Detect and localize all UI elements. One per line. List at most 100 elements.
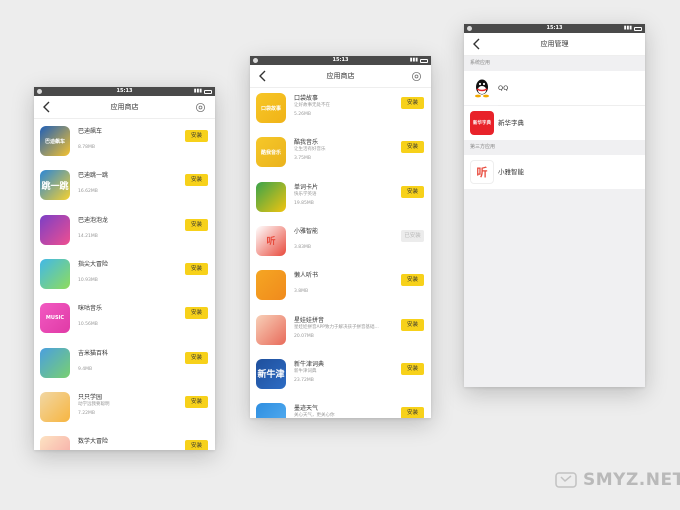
install-button[interactable]: 安装 — [185, 351, 208, 364]
app-row-xiaoya[interactable]: 听 小雅智能 — [464, 155, 645, 189]
page-title: 应用商店 — [326, 72, 355, 80]
app-row[interactable]: 星娃娃拼音 星娃娃拼音APP致力于解决孩子拼音基础... 20.07MB 安装 — [250, 309, 431, 353]
app-row[interactable]: 跳一跳 巴迪跳一跳 16.62MB 安装 — [34, 164, 215, 208]
xinhua-dictionary-icon: 新华字典 — [470, 111, 494, 135]
app-icon[interactable] — [40, 347, 70, 378]
app-icon[interactable] — [256, 403, 286, 418]
app-icon[interactable]: 巴迪飙车 — [40, 126, 70, 156]
app-size: 20.07MB — [294, 333, 314, 339]
status-time: 15:13 — [116, 88, 133, 94]
install-button[interactable]: 安装 — [401, 362, 424, 375]
icon-label: 听 — [476, 166, 488, 179]
settings-icon[interactable] — [195, 102, 206, 113]
battery-icon — [634, 26, 642, 31]
installed-button[interactable]: 已安装 — [401, 229, 424, 242]
watermark: SMYZ.NET — [555, 470, 680, 490]
icon-label: 跳一跳 — [41, 181, 69, 192]
app-name: 巴迪跳一跳 — [78, 172, 109, 180]
app-description: 让生活有好音乐 — [294, 147, 326, 153]
app-row-xinhua-dictionary[interactable]: 新华字典 新华字典 — [464, 106, 645, 140]
app-row[interactable]: 酷我音乐 酷我音乐 让生活有好音乐 3.75MB 安装 — [250, 131, 431, 175]
install-button[interactable]: 安装 — [185, 218, 208, 231]
app-row[interactable]: 数学大冒险 安装 — [34, 430, 215, 450]
app-size: 3.8MB — [294, 289, 309, 295]
battery-icon — [420, 58, 428, 63]
icon-label: 新牛津 — [257, 370, 285, 381]
app-row-qq[interactable]: QQ — [464, 71, 645, 105]
icon-label: 新华字典 — [473, 120, 491, 126]
app-row[interactable]: 听 小雅智能 3.83MB 已安装 — [250, 220, 431, 264]
status-icons: ▮▮▮ — [410, 56, 428, 65]
app-size: 23.72MB — [294, 377, 314, 383]
app-row[interactable]: 吉米猫百科 9.4MB 安装 — [34, 342, 215, 386]
page-title: 应用商店 — [110, 103, 139, 111]
app-icon[interactable] — [40, 258, 70, 289]
install-button[interactable]: 安装 — [401, 141, 424, 154]
install-button[interactable]: 安装 — [185, 174, 208, 187]
app-name: 只只学园 — [78, 393, 103, 401]
app-icon[interactable]: 酷我音乐 — [256, 137, 286, 168]
app-row[interactable]: 墨迹天气 关心天气，更关心你 安装 — [250, 397, 431, 418]
nav-bar: 应用商店 — [250, 65, 431, 88]
app-row[interactable]: 指尖大冒险 10.93MB 安装 — [34, 253, 215, 297]
app-size: 9.4MB — [78, 366, 93, 372]
app-icon[interactable] — [40, 214, 70, 245]
page-title: 应用管理 — [540, 40, 569, 48]
app-icon[interactable] — [256, 181, 286, 212]
app-icon[interactable]: MUSIC — [40, 303, 70, 334]
icon-label: MUSIC — [45, 315, 65, 322]
app-icon[interactable]: 口袋故事 — [256, 93, 286, 123]
section-header-system: 系统应用 — [464, 56, 645, 71]
app-row[interactable]: 口袋故事 口袋故事 让好故事无处不在 5.26MB 安装 — [250, 87, 431, 131]
xiaoya-icon: 听 — [470, 160, 494, 184]
install-button[interactable]: 安装 — [401, 185, 424, 198]
status-icons: ▮▮▮ — [624, 24, 642, 33]
install-button[interactable]: 安装 — [185, 307, 208, 320]
status-bar: 15:13 ▮▮▮ — [34, 87, 215, 96]
app-name: 巴迪泡泡龙 — [78, 216, 109, 224]
app-store-screen-2: 15:13 ▮▮▮ 应用商店 口袋故事 口袋故事 让好故事无处不在 5.26MB 安装酷… — [250, 56, 431, 418]
install-button[interactable]: 安装 — [185, 440, 208, 450]
app-icon[interactable]: 跳一跳 — [40, 170, 70, 201]
app-name: 星娃娃拼音 — [294, 316, 325, 324]
app-row[interactable]: 巴迪泡泡龙 14.21MB 安装 — [34, 209, 215, 253]
nav-bar: 应用管理 — [464, 33, 645, 56]
watermark-logo-icon — [555, 472, 577, 488]
app-description: 快乐学英语 — [294, 191, 317, 197]
settings-icon[interactable] — [411, 71, 422, 82]
app-name: 巴迪飙车 — [78, 128, 103, 135]
app-row[interactable]: 巴迪飙车 巴迪飙车 8.78MB 安装 — [34, 120, 215, 164]
app-name: 数学大冒险 — [78, 438, 109, 446]
app-icon[interactable] — [40, 391, 70, 422]
install-button[interactable]: 安装 — [185, 262, 208, 275]
status-bar: 15:13 ▮▮▮ — [464, 24, 645, 33]
install-button[interactable]: 安装 — [185, 395, 208, 408]
app-icon[interactable] — [256, 270, 286, 301]
app-icon[interactable] — [40, 436, 70, 450]
app-row[interactable]: 懒人听书 3.8MB 安装 — [250, 264, 431, 308]
app-icon[interactable]: 新牛津 — [256, 358, 286, 389]
app-name: 酷我音乐 — [294, 139, 319, 147]
app-row[interactable]: 单词卡片 快乐学英语 19.85MB 安装 — [250, 176, 431, 220]
section-header-third-party: 第三方应用 — [464, 140, 645, 155]
icon-label: 酷我音乐 — [260, 149, 281, 156]
app-size: 3.83MB — [294, 244, 311, 250]
install-button[interactable]: 安装 — [401, 97, 424, 109]
app-name: QQ — [498, 84, 509, 92]
app-name: 指尖大冒险 — [78, 260, 109, 268]
install-button[interactable]: 安装 — [401, 274, 424, 287]
app-name: 小雅智能 — [498, 168, 524, 176]
app-row[interactable]: 只只学园 动学远我要聪明 7.22MB 安装 — [34, 386, 215, 430]
app-size: 14.21MB — [78, 233, 98, 239]
app-row[interactable]: MUSIC 咪咕音乐 10.56MB 安装 — [34, 297, 215, 341]
app-icon[interactable] — [256, 314, 286, 345]
app-size: 10.93MB — [78, 277, 98, 283]
app-row[interactable]: 新牛津 新牛津词典 新牛津词典 23.72MB 安装 — [250, 353, 431, 397]
app-size: 8.78MB — [78, 145, 95, 150]
signal-icon: ▮▮▮ — [623, 25, 632, 31]
install-button[interactable]: 安装 — [401, 318, 424, 331]
install-button[interactable]: 安装 — [401, 407, 424, 418]
app-icon[interactable]: 听 — [256, 225, 286, 256]
battery-icon — [204, 89, 212, 94]
install-button[interactable]: 安装 — [185, 130, 208, 142]
